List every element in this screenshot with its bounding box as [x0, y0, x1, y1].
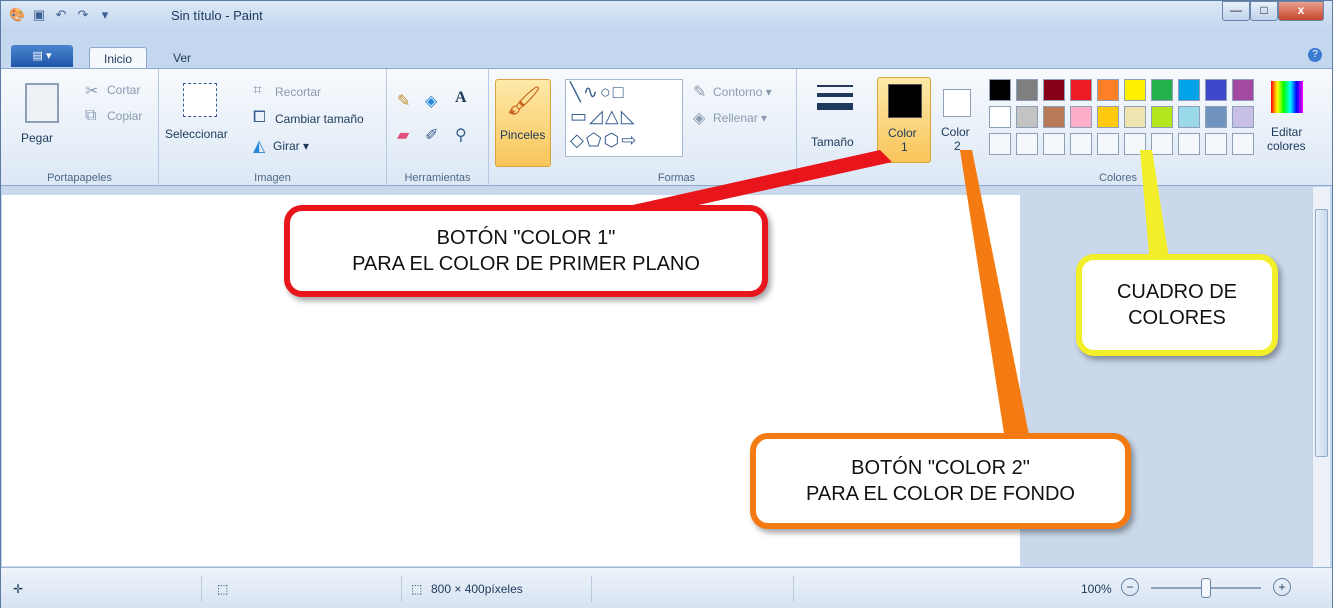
callout-color2: BOTÓN "COLOR 2" PARA EL COLOR DE FONDO [750, 433, 1131, 529]
callout-palette: CUADRO DE COLORES [1076, 254, 1278, 356]
callout-color1: BOTÓN "COLOR 1" PARA EL COLOR DE PRIMER … [284, 205, 768, 297]
callout-color1-line2: PARA EL COLOR DE PRIMER PLANO [352, 253, 700, 275]
callout-color2-line2: PARA EL COLOR DE FONDO [806, 483, 1075, 505]
callout-palette-line1: CUADRO DE [1116, 281, 1237, 303]
callout-color1-line1: BOTÓN "COLOR 1" [436, 227, 616, 249]
arrow-color2 [960, 150, 1030, 440]
callout-palette-line2: COLORES [1128, 307, 1226, 329]
arrow-palette [1140, 150, 1170, 265]
callout-color2-line1: BOTÓN "COLOR 2" [851, 457, 1030, 479]
